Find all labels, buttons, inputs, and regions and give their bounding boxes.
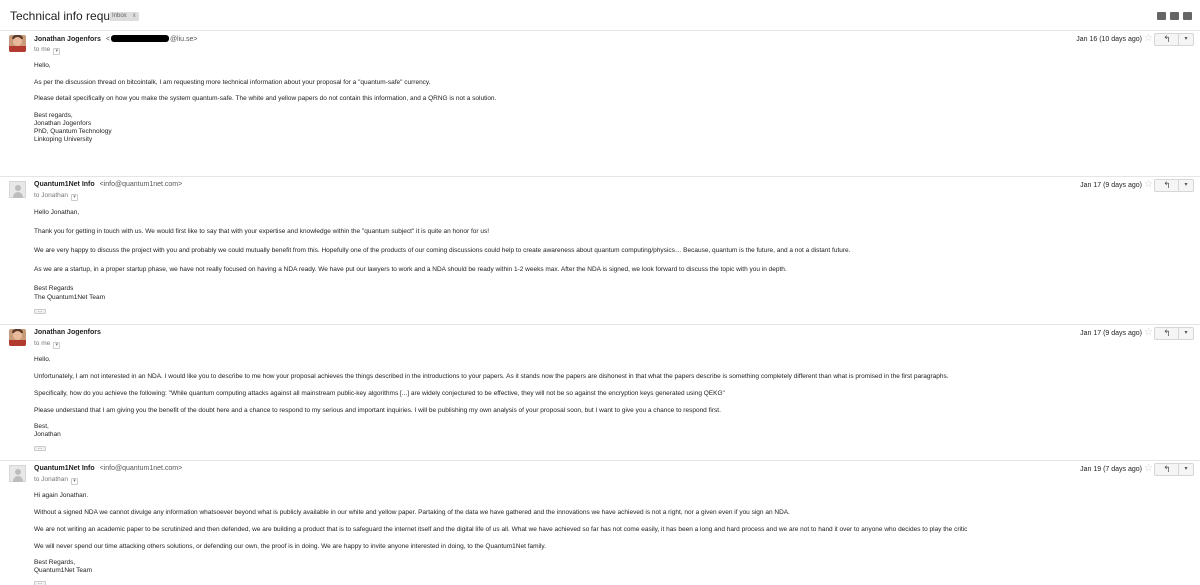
show-trimmed-content-button[interactable]: …	[34, 309, 46, 314]
star-icon[interactable]: ☆	[1144, 180, 1154, 190]
new-window-icon[interactable]	[1183, 12, 1192, 20]
body-line: We will never spend our time attacking o…	[34, 543, 546, 550]
body-line: Best Regards	[34, 285, 74, 292]
redaction-mark	[110, 35, 169, 42]
sender-email: <info@quantum1net.com>	[99, 181, 183, 188]
body-line: Please detail specifically on how you ma…	[34, 95, 497, 102]
chevron-down-icon[interactable]: ▾	[53, 48, 61, 55]
print-icon[interactable]	[1157, 12, 1166, 20]
print-all-icon[interactable]	[1170, 12, 1179, 20]
body-line: Hello Jonathan,	[34, 209, 80, 216]
body-line: Jonathan Jogenfors	[34, 120, 92, 127]
message-date: Jan 19 (7 days ago)	[1080, 466, 1142, 473]
body-line: Jonathan	[34, 431, 61, 438]
body-line: Specifically, how do you achieve the fol…	[34, 390, 725, 397]
body-line: As we are a startup, in a proper startup…	[34, 266, 787, 273]
body-line: PhD, Quantum Technology	[34, 128, 112, 135]
inbox-label-text: Inbox	[112, 13, 127, 19]
reply-button[interactable]: ↰	[1154, 463, 1180, 476]
show-trimmed-content-button[interactable]: …	[34, 581, 46, 585]
message-date: Jan 17 (9 days ago)	[1080, 182, 1142, 189]
more-button[interactable]: ▾	[1178, 179, 1194, 192]
remove-label-icon[interactable]: x	[133, 13, 136, 19]
message-date: Jan 17 (9 days ago)	[1080, 330, 1142, 337]
sender-email: < @liu.se>	[105, 35, 198, 43]
sender-name: Quantum1Net Info	[34, 465, 95, 472]
body-line: The Quantum1Net Team	[34, 294, 106, 301]
sender-line[interactable]: Quantum1Net Info <info@quantum1net.com>	[34, 181, 182, 188]
avatar	[9, 181, 26, 198]
chevron-down-icon[interactable]: ▾	[70, 478, 78, 485]
reply-button[interactable]: ↰	[1154, 327, 1180, 340]
more-button[interactable]: ▾	[1178, 33, 1194, 46]
body-line: We are very happy to discuss the project…	[34, 247, 851, 254]
recipient-line: to me ▾	[34, 340, 61, 349]
body-line: Best,	[34, 423, 49, 430]
sender-name: Jonathan Jogenfors	[34, 329, 101, 336]
avatar	[9, 35, 26, 52]
star-icon[interactable]: ☆	[1144, 34, 1154, 44]
sender-line[interactable]: Jonathan Jogenfors	[34, 329, 101, 336]
body-line: Quantum1Net Team	[34, 567, 93, 574]
body-line: Thank you for getting in touch with us. …	[34, 228, 490, 235]
body-line: Best Regards,	[34, 559, 76, 566]
sender-name: Quantum1Net Info	[34, 181, 95, 188]
subject-bar: Technical info request Inbox x	[0, 0, 1200, 28]
sender-line[interactable]: Quantum1Net Info <info@quantum1net.com>	[34, 465, 182, 472]
more-button[interactable]: ▾	[1178, 327, 1194, 340]
body-line: Hello.	[34, 356, 51, 363]
body-line: Best regards,	[34, 112, 73, 119]
chevron-down-icon[interactable]: ▾	[53, 342, 61, 349]
recipient-line: to Jonathan ▾	[34, 476, 78, 485]
body-line: Linkoping University	[34, 136, 93, 143]
avatar	[9, 465, 26, 482]
star-icon[interactable]: ☆	[1144, 464, 1154, 474]
sender-name: Jonathan Jogenfors	[34, 36, 101, 43]
body-line: Unfortunately, I am not interested in an…	[34, 373, 949, 380]
body-line: We are not writing an academic paper to …	[34, 526, 968, 533]
body-line: Without a signed NDA we cannot divulge a…	[34, 509, 790, 516]
sender-line[interactable]: Jonathan Jogenfors < @liu.se>	[34, 35, 198, 43]
inbox-label[interactable]: Inbox x	[109, 12, 139, 21]
body-line: Please understand that I am giving you t…	[34, 407, 721, 414]
show-trimmed-content-button[interactable]: …	[34, 446, 46, 451]
star-icon[interactable]: ☆	[1144, 328, 1154, 338]
message: Quantum1Net Info <info@quantum1net.com> …	[0, 176, 1200, 324]
message: Jonathan Jogenfors to me ▾ Jan 17 (9 days…	[0, 324, 1200, 460]
reply-button[interactable]: ↰	[1154, 179, 1180, 192]
body-line: Hi again Jonathan.	[34, 492, 89, 499]
recipient-line: to Jonathan ▾	[34, 192, 78, 201]
reply-button[interactable]: ↰	[1154, 33, 1180, 46]
message-date: Jan 16 (10 days ago)	[1076, 36, 1142, 43]
sender-email: <info@quantum1net.com>	[99, 465, 183, 472]
message: Jonathan Jogenfors < @liu.se> to me ▾ Jan …	[0, 30, 1200, 176]
body-line: As per the discussion thread on bitcoint…	[34, 79, 431, 86]
chevron-down-icon[interactable]: ▾	[70, 194, 78, 201]
avatar	[9, 329, 26, 346]
message: Quantum1Net Info <info@quantum1net.com> …	[0, 460, 1200, 585]
body-line: Hello,	[34, 62, 51, 69]
more-button[interactable]: ▾	[1178, 463, 1194, 476]
recipient-line: to me ▾	[34, 46, 61, 55]
